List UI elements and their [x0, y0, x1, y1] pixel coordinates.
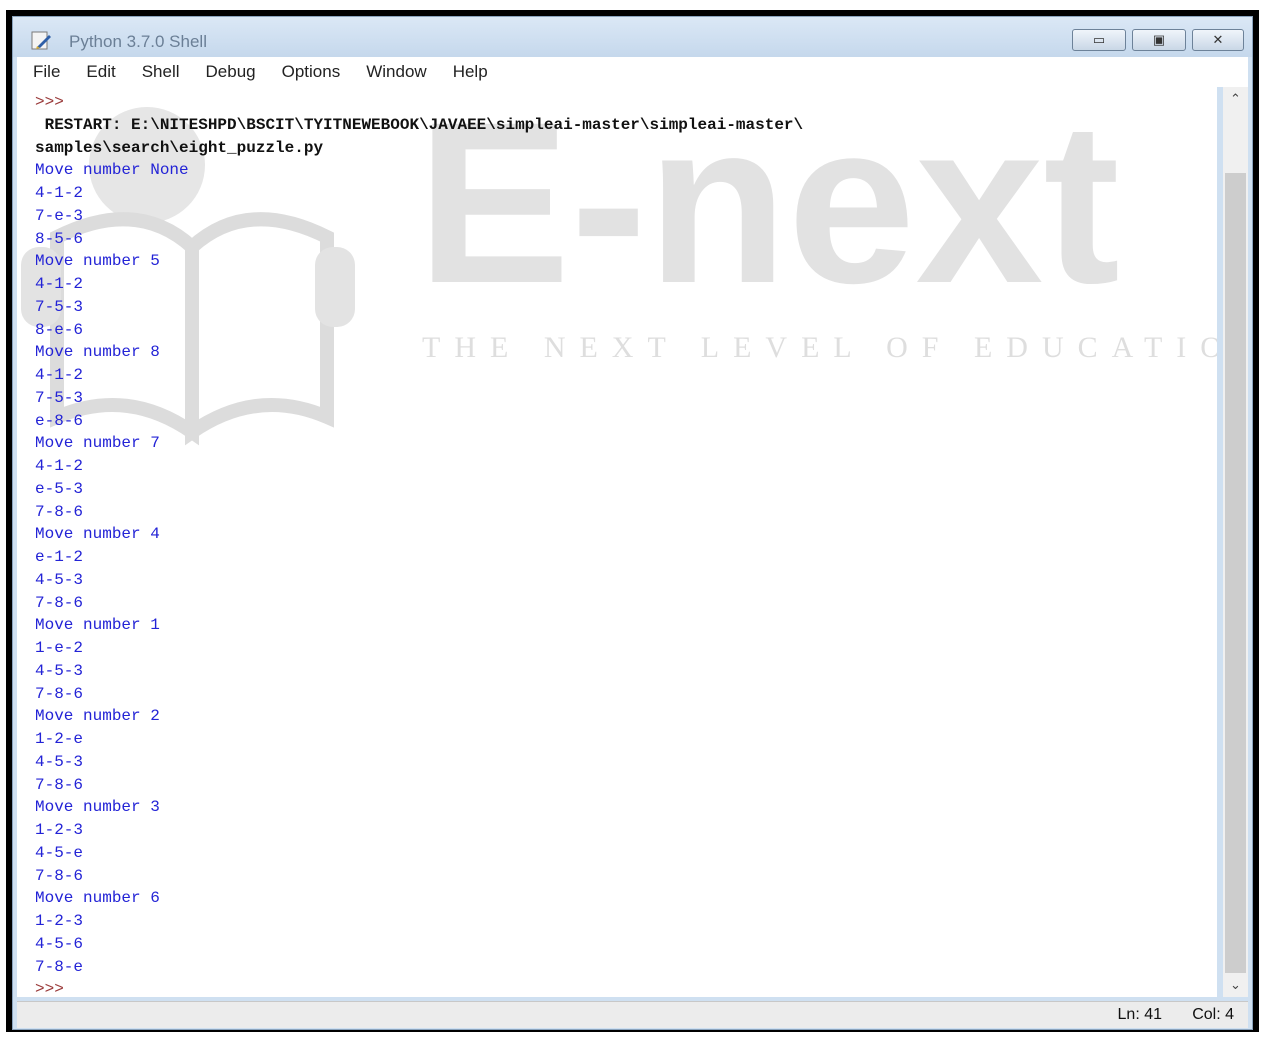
window-controls: ▭ ▣ ✕ [1066, 29, 1244, 51]
menu-bar: File Edit Shell Debug Options Window Hel… [17, 57, 1248, 87]
puzzle-row-line: 7-8-6 [35, 684, 84, 703]
menu-debug[interactable]: Debug [206, 62, 256, 82]
minimize-icon: ▭ [1092, 32, 1106, 47]
status-line: Ln: 41 [1117, 1006, 1162, 1023]
puzzle-row-line: e-8-6 [35, 411, 84, 430]
puzzle-row-line: 7-8-6 [35, 593, 84, 612]
shell-text-area[interactable]: E-next THE NEXT LEVEL OF EDUCATION >>> R… [17, 87, 1217, 997]
puzzle-row-line: 7-8-e [35, 957, 84, 976]
menu-edit[interactable]: Edit [86, 62, 115, 82]
python-feather-icon [31, 31, 51, 50]
shell-prompt: >>> [35, 980, 64, 997]
move-number-line: Move number 3 [35, 798, 160, 817]
title-bar[interactable]: Python 3.7.0 Shell ▭ ▣ ✕ [13, 17, 1252, 57]
puzzle-row-line: e-5-3 [35, 479, 84, 498]
puzzle-row-line: 4-5-3 [35, 752, 84, 771]
scroll-up-arrow-icon[interactable]: ⌃ [1223, 89, 1248, 109]
move-number-line: Move number 8 [35, 343, 160, 362]
puzzle-row-line: 7-5-3 [35, 297, 84, 316]
move-number-line: Move number 5 [35, 252, 160, 271]
move-number-line: Move number 1 [35, 616, 160, 635]
menu-file[interactable]: File [33, 62, 60, 82]
status-column: Col: 4 [1192, 1006, 1234, 1023]
move-number-line: Move number 4 [35, 525, 160, 544]
idle-shell-window: Python 3.7.0 Shell ▭ ▣ ✕ File Edit Shell… [12, 16, 1253, 1030]
restart-line: RESTART: E:\NITESHPD\BSCIT\TYITNEWEBOOK\… [35, 115, 804, 134]
restart-line: samples\search\eight_puzzle.py [35, 138, 324, 157]
menu-help[interactable]: Help [453, 62, 488, 82]
puzzle-row-line: 4-1-2 [35, 275, 84, 293]
puzzle-row-line: 4-1-2 [35, 366, 84, 384]
puzzle-row-line: 1-2-3 [35, 821, 84, 839]
close-button[interactable]: ✕ [1192, 29, 1244, 51]
window-title: Python 3.7.0 Shell [69, 32, 207, 51]
puzzle-row-line: 4-5-3 [35, 661, 84, 680]
puzzle-row-line: 4-5-3 [35, 570, 84, 589]
puzzle-row-line: 8-e-6 [35, 320, 84, 339]
close-icon: ✕ [1212, 32, 1224, 47]
move-number-line: Move number 2 [35, 707, 160, 726]
puzzle-row-line: 4-1-2 [35, 457, 84, 475]
shell-prompt: >>> [35, 93, 64, 111]
puzzle-row-line: 7-8-6 [35, 866, 84, 885]
puzzle-row-line: 7-8-6 [35, 502, 84, 521]
puzzle-row-line: 7-e-3 [35, 206, 84, 225]
puzzle-row-line: 1-2-3 [35, 912, 84, 930]
puzzle-row-line: 1-2-e [35, 730, 84, 748]
puzzle-row-line: 7-5-3 [35, 388, 84, 407]
menu-shell[interactable]: Shell [142, 62, 180, 82]
move-number-line: Move number 6 [35, 889, 160, 908]
menu-window[interactable]: Window [366, 62, 426, 82]
vertical-scrollbar[interactable]: ⌃ ⌄ [1223, 87, 1248, 997]
move-number-line: Move number 7 [35, 434, 160, 453]
watermark-tagline: THE NEXT LEVEL OF EDUCATION [422, 331, 1217, 364]
scrollbar-thumb[interactable] [1225, 173, 1246, 973]
scroll-down-arrow-icon[interactable]: ⌄ [1223, 975, 1248, 995]
puzzle-row-line: 8-5-6 [35, 229, 84, 248]
puzzle-row-line: 1-e-2 [35, 639, 84, 657]
puzzle-row-line: 7-8-6 [35, 775, 84, 794]
status-bar: Ln: 41 Col: 4 [17, 1001, 1248, 1028]
minimize-button[interactable]: ▭ [1072, 29, 1126, 51]
puzzle-row-line: 4-5-6 [35, 934, 84, 953]
puzzle-row-line: e-1-2 [35, 548, 84, 566]
enext-watermark: E-next THE NEXT LEVEL OF EDUCATION [21, 87, 1217, 446]
maximize-button[interactable]: ▣ [1132, 29, 1186, 51]
menu-options[interactable]: Options [282, 62, 341, 82]
move-number-line: Move number None [35, 161, 189, 180]
puzzle-row-line: 4-5-e [35, 843, 84, 862]
puzzle-row-line: 4-1-2 [35, 184, 84, 202]
maximize-icon: ▣ [1152, 32, 1166, 47]
